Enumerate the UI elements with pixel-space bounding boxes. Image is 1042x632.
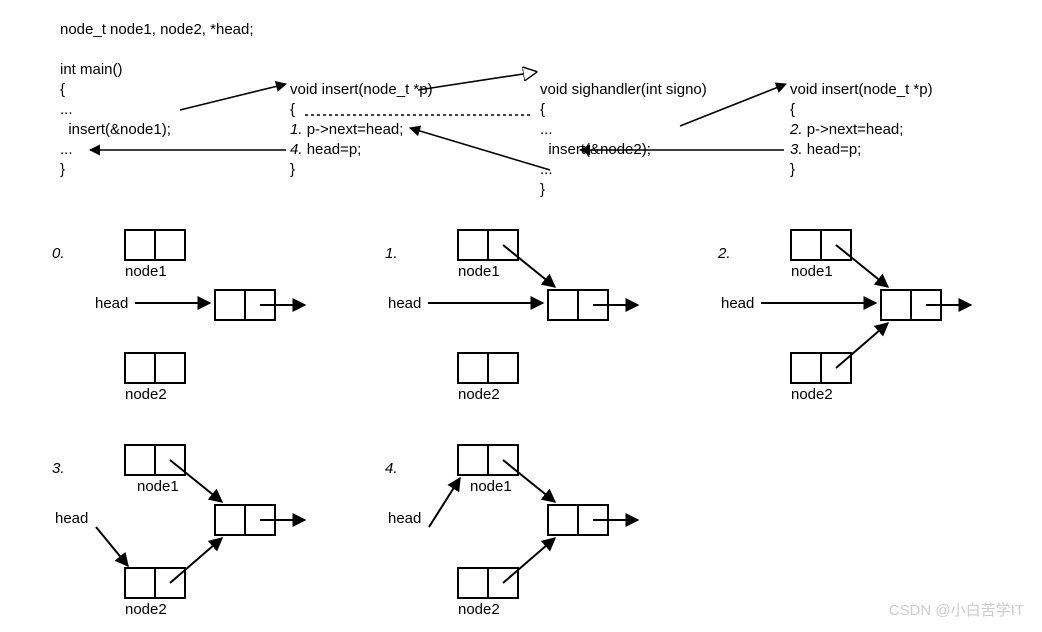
- step0-boxes: [125, 230, 275, 383]
- diagram-svg: [0, 0, 1042, 632]
- step2-boxes: [791, 230, 941, 383]
- code-arrows: [90, 72, 786, 170]
- step4-boxes: [458, 445, 608, 598]
- step3-boxes: [125, 445, 275, 598]
- step1-boxes: [458, 230, 608, 383]
